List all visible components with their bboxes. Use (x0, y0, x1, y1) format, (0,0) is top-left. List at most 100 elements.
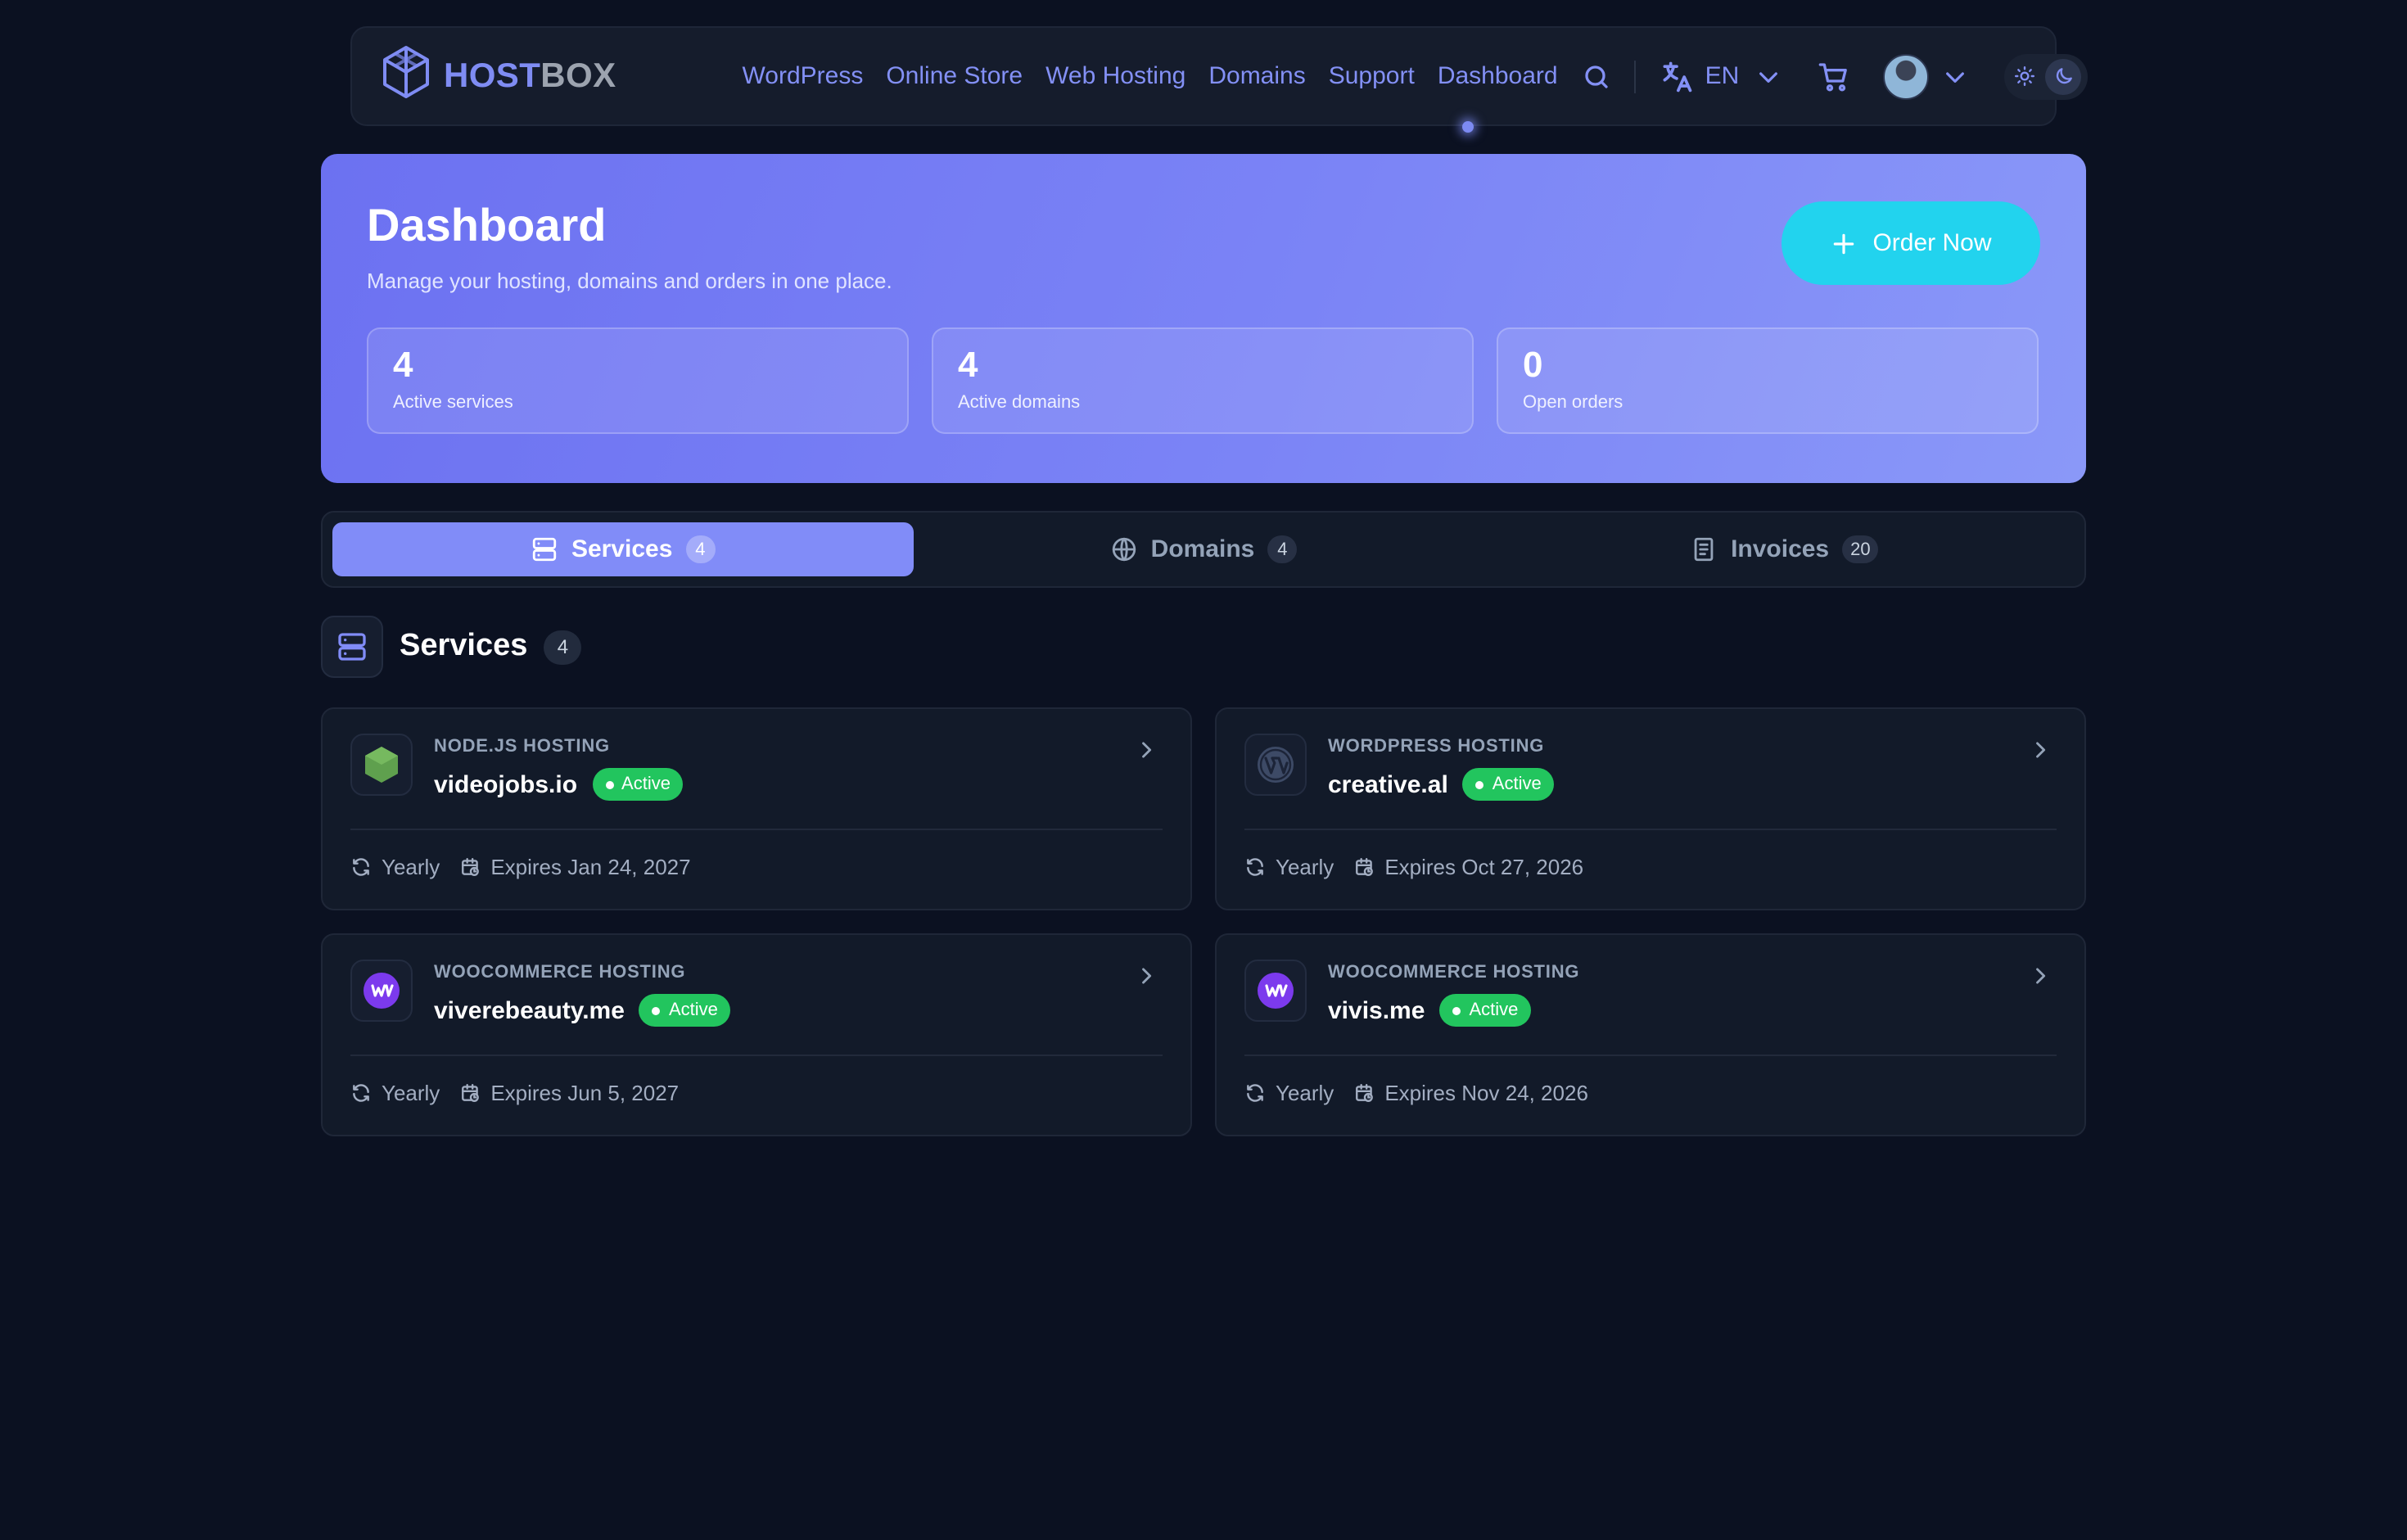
stat-active-domains: 4 Active domains (932, 327, 1474, 434)
nav-links: WordPress Online Store Web Hosting Domai… (743, 62, 1558, 90)
chevron-down-icon (1942, 63, 1968, 89)
sun-icon (2014, 65, 2035, 87)
chevron-right-icon[interactable] (1135, 964, 1158, 996)
stat-value: 4 (958, 344, 978, 385)
tab-count: 4 (685, 535, 716, 563)
section-title: Services (400, 629, 528, 663)
card-divider (350, 1055, 1163, 1056)
plus-icon (1830, 230, 1856, 256)
service-card[interactable]: WOOCOMMERCE HOSTING viverebeauty.me Acti… (321, 933, 1192, 1136)
service-domain: creative.al (1328, 770, 1448, 798)
service-type: WORDPRESS HOSTING (1328, 737, 1545, 756)
page: HOSTBOX WordPress Online Store Web Hosti… (0, 0, 2407, 1540)
tab-domains[interactable]: Domains 4 (913, 522, 1493, 576)
refresh-icon (350, 1082, 372, 1104)
billing-cycle: Yearly (350, 855, 440, 879)
nav-actions: EN (1583, 53, 2089, 99)
nav-link-web-hosting[interactable]: Web Hosting (1045, 62, 1185, 90)
stats-row: 4 Active services 4 Active domains 0 Ope… (367, 327, 2039, 434)
refresh-icon (350, 856, 372, 878)
services-grid: NODE.JS HOSTING videojobs.io Active Year… (321, 707, 2086, 1136)
theme-toggle[interactable] (2004, 53, 2089, 99)
nav-link-dashboard[interactable]: Dashboard (1438, 62, 1558, 90)
expiry-date: Expires Jan 24, 2027 (459, 855, 691, 879)
server-icon (321, 616, 383, 678)
expiry-date: Expires Jun 5, 2027 (459, 1081, 679, 1105)
tab-count: 4 (1267, 535, 1298, 563)
stat-label: Open orders (1523, 393, 1623, 413)
billing-cycle: Yearly (1244, 855, 1334, 879)
calendar-clock-icon (459, 1082, 481, 1104)
service-type: WOOCOMMERCE HOSTING (434, 963, 686, 982)
service-card[interactable]: WOOCOMMERCE HOSTING vivis.me Active Year… (1215, 933, 2086, 1136)
document-icon (1690, 535, 1718, 563)
service-card[interactable]: NODE.JS HOSTING videojobs.io Active Year… (321, 707, 1192, 910)
brand-name: HOSTBOX (444, 56, 616, 94)
nav-link-support[interactable]: Support (1329, 62, 1415, 90)
stat-label: Active services (393, 393, 513, 413)
tab-label: Invoices (1731, 535, 1830, 563)
tab-label: Services (571, 535, 673, 563)
chevron-down-icon (1755, 63, 1782, 89)
wordpress-icon (1244, 734, 1307, 796)
billing-cycle: Yearly (350, 1081, 440, 1105)
tab-count: 20 (1842, 535, 1879, 563)
chevron-right-icon[interactable] (2029, 964, 2052, 996)
refresh-icon (1244, 856, 1266, 878)
order-now-button[interactable]: Order Now (1782, 201, 2040, 285)
stat-open-orders: 0 Open orders (1497, 327, 2039, 434)
translate-icon (1660, 58, 1696, 94)
user-menu[interactable] (1883, 53, 1968, 99)
search-icon[interactable] (1583, 61, 1612, 91)
card-divider (350, 829, 1163, 830)
order-now-label: Order Now (1872, 229, 1992, 257)
nodejs-icon (350, 734, 413, 796)
card-divider (1244, 829, 2057, 830)
dashboard-hero: Dashboard Manage your hosting, domains a… (321, 154, 2086, 483)
tab-services[interactable]: Services 4 (332, 522, 914, 576)
services-section-header: Services 4 (321, 616, 582, 678)
status-badge: Active (1462, 768, 1555, 801)
status-badge: Active (639, 994, 731, 1027)
calendar-clock-icon (1353, 856, 1375, 878)
service-domain: viverebeauty.me (434, 996, 625, 1024)
service-type: NODE.JS HOSTING (434, 737, 610, 756)
avatar (1883, 53, 1930, 99)
woocommerce-icon (1244, 960, 1307, 1022)
cube-logo-icon (382, 44, 431, 108)
nav-link-online-store[interactable]: Online Store (886, 62, 1023, 90)
service-type: WOOCOMMERCE HOSTING (1328, 963, 1580, 982)
stat-value: 0 (1523, 344, 1543, 385)
expiry-date: Expires Oct 27, 2026 (1353, 855, 1583, 879)
logo[interactable]: HOSTBOX (382, 44, 616, 108)
tab-label: Domains (1150, 535, 1255, 563)
moon-icon (2045, 58, 2082, 94)
cart-icon[interactable] (1818, 60, 1850, 93)
status-badge: Active (1439, 994, 1532, 1027)
service-domain: vivis.me (1328, 996, 1425, 1024)
tab-invoices[interactable]: Invoices 20 (1494, 522, 2075, 576)
top-navbar: HOSTBOX WordPress Online Store Web Hosti… (350, 26, 2089, 126)
expiry-date: Expires Nov 24, 2026 (1353, 1081, 1588, 1105)
section-count: 4 (544, 630, 582, 664)
active-nav-indicator (1462, 121, 1474, 133)
calendar-clock-icon (459, 856, 481, 878)
nav-divider (1634, 60, 1637, 93)
billing-cycle: Yearly (1244, 1081, 1334, 1105)
refresh-icon (1244, 1082, 1266, 1104)
stat-active-services: 4 Active services (367, 327, 909, 434)
globe-icon (1110, 535, 1138, 563)
stat-value: 4 (393, 344, 413, 385)
nav-link-wordpress[interactable]: WordPress (743, 62, 864, 90)
woocommerce-icon (350, 960, 413, 1022)
nav-link-domains[interactable]: Domains (1208, 62, 1305, 90)
server-icon (531, 535, 558, 563)
language-selector[interactable]: EN (1660, 58, 1782, 94)
calendar-clock-icon (1353, 1082, 1375, 1104)
dashboard-tabs: Services 4 Domains 4 Invoices 20 (321, 511, 2086, 588)
service-domain: videojobs.io (434, 770, 578, 798)
service-card[interactable]: WORDPRESS HOSTING creative.al Active Yea… (1215, 707, 2086, 910)
status-badge: Active (592, 768, 684, 801)
chevron-right-icon[interactable] (1135, 738, 1158, 770)
chevron-right-icon[interactable] (2029, 738, 2052, 770)
